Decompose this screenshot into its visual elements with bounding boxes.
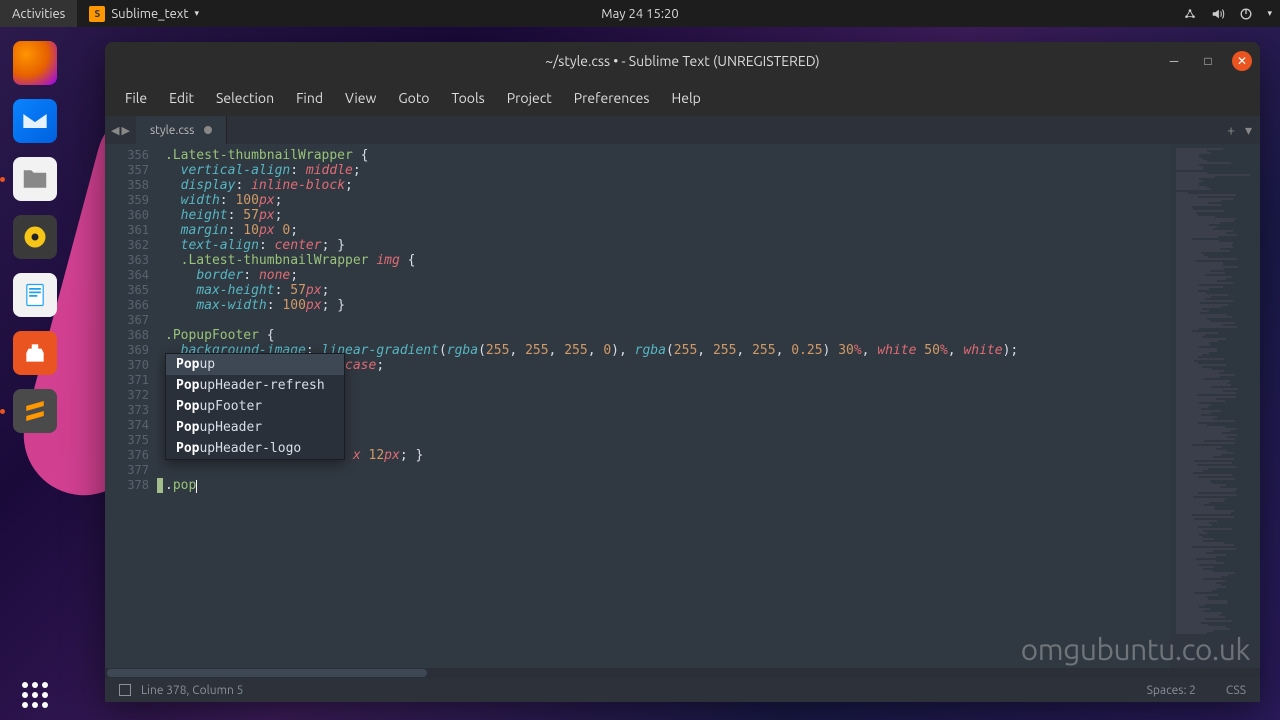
chevron-down-icon: ▾ [1267,8,1272,19]
tab-bar: ◀ ▶ style.css + ▾ [105,116,1260,144]
new-tab-button[interactable]: + [1227,122,1235,138]
dock-rhythmbox[interactable] [9,211,61,263]
volume-icon [1211,7,1225,21]
tab-prev-icon[interactable]: ◀ [111,124,119,137]
power-icon [1239,7,1253,21]
dock-sublime[interactable] [9,385,61,437]
horizontal-scrollbar[interactable] [105,668,1260,678]
sublime-window: ~/style.css • - Sublime Text (UNREGISTER… [105,42,1260,702]
apps-grid-icon [22,682,48,708]
menu-tools[interactable]: Tools [442,86,495,110]
code-area[interactable]: .Latest-thumbnailWrapper { vertical-alig… [157,144,1170,668]
tab-next-icon[interactable]: ▶ [121,124,129,137]
activities-button[interactable]: Activities [0,0,77,27]
menu-help[interactable]: Help [661,86,710,110]
chevron-down-icon: ▾ [194,8,199,19]
clock[interactable]: May 24 15:20 [589,0,690,27]
menu-file[interactable]: File [115,86,157,110]
menu-project[interactable]: Project [497,86,562,110]
dock-thunderbird[interactable] [9,95,61,147]
minimap[interactable]: for(let i=0;i<220;i++)document.write('<d… [1170,144,1260,668]
dock-files[interactable] [9,153,61,205]
minimize-button[interactable]: ─ [1164,51,1184,71]
menu-selection[interactable]: Selection [206,86,284,110]
menu-find[interactable]: Find [286,86,333,110]
indent-setting[interactable]: Spaces: 2 [1147,684,1196,697]
autocomplete-item[interactable]: PopupHeader [166,417,344,438]
editor[interactable]: 3563573583593603613623633643653663673683… [105,144,1260,668]
show-apps-button[interactable] [0,682,70,708]
maximize-button[interactable]: □ [1198,51,1218,71]
cursor-position: Line 378, Column 5 [141,684,243,697]
autocomplete-item[interactable]: PopupHeader-refresh [166,375,344,396]
menu-goto[interactable]: Goto [388,86,439,110]
tab-menu-icon[interactable]: ▾ [1245,122,1252,139]
menu-edit[interactable]: Edit [159,86,204,110]
autocomplete-item[interactable]: PopupFooter [166,396,344,417]
tab-style-css[interactable]: style.css [136,116,227,144]
window-titlebar[interactable]: ~/style.css • - Sublime Text (UNREGISTER… [105,42,1260,80]
dock-firefox[interactable] [9,37,61,89]
system-tray[interactable]: ▾ [1183,7,1280,21]
menubar: File Edit Selection Find View Goto Tools… [105,80,1260,116]
menu-preferences[interactable]: Preferences [564,86,660,110]
app-menu[interactable]: S Sublime_text ▾ [77,0,211,27]
dock-libreoffice[interactable] [9,269,61,321]
autocomplete-item[interactable]: PopupHeader-logo [166,438,344,459]
statusbar: Line 378, Column 5 Spaces: 2 CSS [105,678,1260,702]
dirty-indicator-icon [204,126,212,134]
window-title: ~/style.css • - Sublime Text (UNREGISTER… [545,53,819,69]
gutter: 3563573583593603613623633643653663673683… [105,144,157,668]
menu-view[interactable]: View [335,86,386,110]
tab-label: style.css [150,124,194,137]
autocomplete-item[interactable]: Popup [166,354,344,375]
autocomplete-popup: Popup PopupHeader-refresh PopupFooter Po… [165,353,345,460]
app-menu-label: Sublime_text [111,7,188,21]
syntax-setting[interactable]: CSS [1226,684,1246,697]
sublime-icon: S [89,6,105,22]
gnome-topbar: Activities S Sublime_text ▾ May 24 15:20… [0,0,1280,27]
network-icon [1183,7,1197,21]
dock-software[interactable] [9,327,61,379]
selection-mode-icon[interactable] [119,684,131,696]
close-button[interactable]: ✕ [1232,51,1252,71]
dock [0,27,70,720]
